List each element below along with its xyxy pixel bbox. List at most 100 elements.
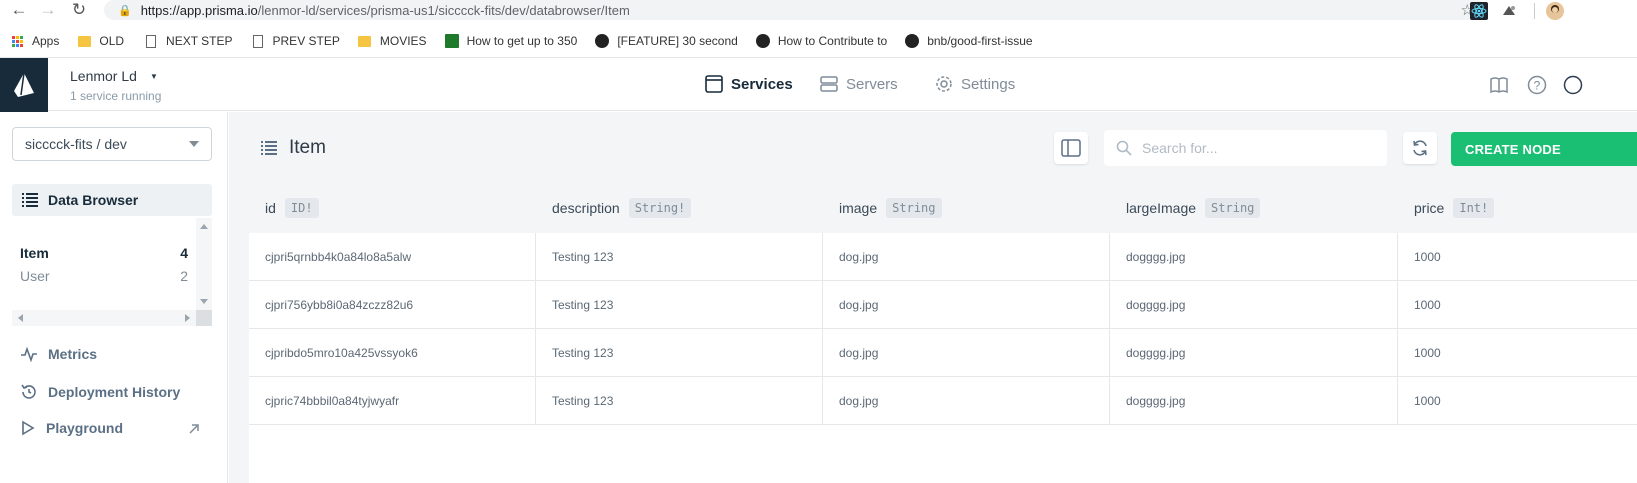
play-icon [22,420,35,436]
github-icon [595,34,610,48]
sidebar: sicccck-fits / dev Data Browser Item 4 U… [0,112,228,483]
address-bar[interactable]: 🔒 https://app.prisma.io/lenmor-ld/servic… [104,0,1486,20]
sidebar-item-metrics[interactable]: Metrics [20,346,97,362]
cell-large-image[interactable]: dogggg.jpg [1110,377,1398,424]
horizontal-scrollbar[interactable] [12,310,212,326]
forward-icon[interactable]: → [37,0,59,20]
column-header-description[interactable]: description String! [552,198,692,218]
workspace-name[interactable]: Lenmor Ld [70,68,137,84]
cell-description[interactable]: Testing 123 [536,281,823,328]
table-row[interactable]: cjpri756ybb8i0a84zczz82u6 Testing 123 do… [249,281,1637,329]
cell-image[interactable]: dog.jpg [823,233,1110,280]
column-header-price[interactable]: price Int! [1414,198,1495,218]
nav-settings[interactable]: Settings [935,75,1015,93]
cell-id[interactable]: cjpri756ybb8i0a84zczz82u6 [249,281,536,328]
type-badge: String [1205,198,1261,218]
reload-icon[interactable]: ↻ [68,0,90,20]
search-input[interactable] [1142,140,1372,156]
cell-description[interactable]: Testing 123 [536,377,823,424]
cell-id[interactable]: cjpri5qrnbb4k0a84lo8a5alw [249,233,536,280]
sidebar-layout-icon [1061,139,1081,157]
sidebar-item-playground[interactable]: Playground [20,420,210,436]
project-select[interactable]: sicccck-fits / dev [12,127,212,161]
data-browser-main: Item CREATE NODE id ID! description Stri… [229,112,1637,483]
profile-avatar[interactable] [1546,2,1564,20]
extension-icon[interactable] [1500,2,1518,20]
search-box[interactable] [1104,130,1387,166]
cell-large-image[interactable]: dogggg.jpg [1110,329,1398,376]
bookmarks-bar: Apps OLD NEXT STEP PREV STEP MOVIES How … [0,29,1637,53]
sidebar-item-deployment-history[interactable]: Deployment History [20,383,180,401]
type-badge: String [886,198,942,218]
cell-id[interactable]: cjpribdo5mro10a425vssyok6 [249,329,536,376]
cell-large-image[interactable]: dogggg.jpg [1110,233,1398,280]
model-item[interactable]: Item 4 [20,245,188,261]
bookmark-how-to-contribute[interactable]: How to Contribute to [755,34,887,48]
sidebar-item-data-browser[interactable]: Data Browser [12,184,212,216]
nav-services[interactable]: Services [705,75,793,93]
model-user[interactable]: User 2 [20,268,188,284]
bookmark-good-first-issue[interactable]: bnb/good-first-issue [905,34,1033,48]
refresh-button[interactable] [1403,132,1437,164]
cell-description[interactable]: Testing 123 [536,233,823,280]
external-link-icon [189,424,199,434]
column-header-id[interactable]: id ID! [265,198,319,218]
list-icon [22,193,38,207]
cell-id[interactable]: cjpric74bbbil0a84tyjwyafr [249,377,536,424]
back-icon[interactable]: ← [8,0,30,20]
bookmark-how-to-get[interactable]: How to get up to 350 [444,34,577,48]
cell-description[interactable]: Testing 123 [536,329,823,376]
browser-toolbar: ← → ↻ 🔒 https://app.prisma.io/lenmor-ld/… [0,0,1637,24]
react-devtools-icon[interactable] [1470,2,1488,20]
github-icon [905,34,920,48]
prisma-logo-icon[interactable] [0,58,48,112]
app-header: Lenmor Ld ▼ 1 service running Services S… [0,57,1637,112]
table-body: cjpri5qrnbb4k0a84lo8a5alw Testing 123 do… [249,233,1637,483]
account-avatar-icon[interactable] [1562,74,1584,96]
svg-text:?: ? [1534,79,1541,93]
table-row[interactable]: cjpri5qrnbb4k0a84lo8a5alw Testing 123 do… [249,233,1637,281]
cell-large-image[interactable]: dogggg.jpg [1110,281,1398,328]
list-icon [261,141,277,155]
lock-icon: 🔒 [118,4,132,17]
toggle-sidebar-button[interactable] [1054,132,1088,164]
type-badge: ID! [284,198,319,218]
folder-icon [358,34,372,48]
toolbar-divider [1534,3,1535,19]
bookmark-prev-step[interactable]: PREV STEP [251,34,340,48]
activity-icon [21,346,37,362]
bookmark-feature[interactable]: [FEATURE] 30 second [595,34,738,48]
create-node-button[interactable]: CREATE NODE [1451,132,1637,166]
page-icon [144,34,158,48]
chevron-down-icon [189,141,199,147]
vertical-scrollbar[interactable] [196,218,212,310]
bookmark-apps[interactable]: Apps [10,34,59,48]
column-header-image[interactable]: image String [839,198,942,218]
docs-book-icon[interactable] [1488,74,1510,96]
page-title: Item [261,137,326,159]
nav-servers[interactable]: Servers [820,75,898,93]
type-badge: Int! [1453,198,1495,218]
cell-price[interactable]: 1000 [1398,233,1637,280]
page-icon [251,34,265,48]
cell-price[interactable]: 1000 [1398,377,1637,424]
cell-price[interactable]: 1000 [1398,281,1637,328]
history-icon [21,384,36,399]
bookmark-next-step[interactable]: NEXT STEP [144,34,233,48]
github-icon [755,34,770,48]
bookmark-old[interactable]: OLD [77,34,124,48]
workspace-caret-icon[interactable]: ▼ [150,72,158,81]
help-icon[interactable]: ? [1526,74,1548,96]
folder-icon [77,34,91,48]
workspace-status: 1 service running [70,89,162,103]
column-header-large-image[interactable]: largeImage String [1126,198,1261,218]
cell-price[interactable]: 1000 [1398,329,1637,376]
url-host: https://app.prisma.io [140,2,258,18]
refresh-icon [1413,140,1427,156]
bookmark-movies[interactable]: MOVIES [358,34,427,48]
cell-image[interactable]: dog.jpg [823,281,1110,328]
table-row[interactable]: cjpribdo5mro10a425vssyok6 Testing 123 do… [249,329,1637,377]
table-row[interactable]: cjpric74bbbil0a84tyjwyafr Testing 123 do… [249,377,1637,425]
cell-image[interactable]: dog.jpg [823,329,1110,376]
cell-image[interactable]: dog.jpg [823,377,1110,424]
